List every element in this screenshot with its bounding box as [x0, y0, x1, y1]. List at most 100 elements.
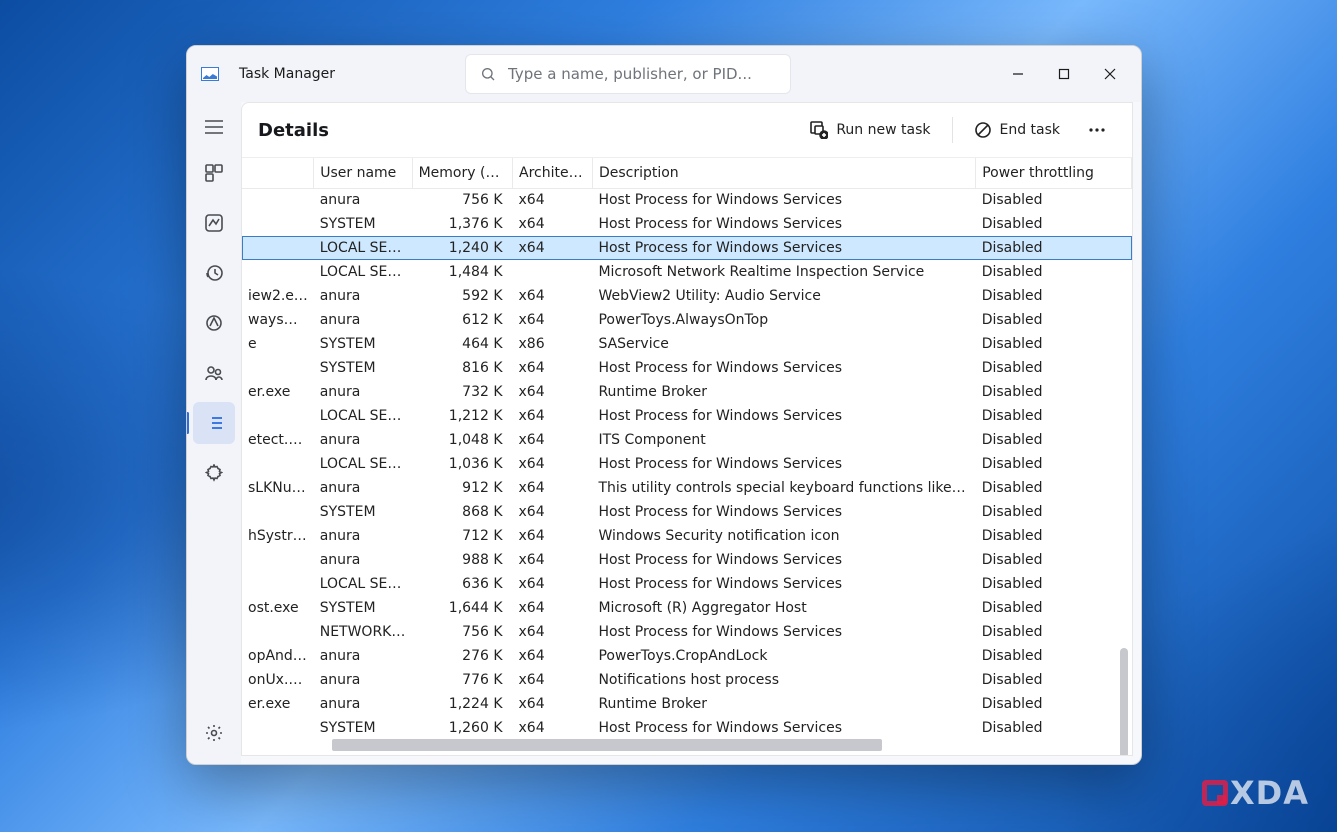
- run-new-task-button[interactable]: Run new task: [796, 111, 944, 149]
- col-memory[interactable]: Memory (ac...: [412, 158, 512, 188]
- cell-mem: 756 K: [412, 620, 512, 644]
- cell-mem: 732 K: [412, 380, 512, 404]
- table-row[interactable]: LOCAL SER...1,036 Kx64Host Process for W…: [242, 452, 1132, 476]
- cell-desc: Runtime Broker: [592, 380, 975, 404]
- cell-user: LOCAL SER...: [314, 260, 412, 284]
- table-row[interactable]: SYSTEM816 Kx64Host Process for Windows S…: [242, 356, 1132, 380]
- hamburger-button[interactable]: [193, 106, 235, 148]
- run-task-icon: [810, 121, 828, 139]
- cell-arch: [513, 260, 593, 284]
- cell-name: [242, 452, 314, 476]
- table-row[interactable]: waysOn...anura612 Kx64PowerToys.AlwaysOn…: [242, 308, 1132, 332]
- cell-user: anura: [314, 692, 412, 716]
- cell-name: opAndL...: [242, 644, 314, 668]
- run-task-label: Run new task: [836, 122, 930, 138]
- cell-pow: Disabled: [976, 284, 1132, 308]
- cell-pow: Disabled: [976, 500, 1132, 524]
- cell-desc: Host Process for Windows Services: [592, 716, 975, 740]
- cell-user: SYSTEM: [314, 716, 412, 740]
- table-row[interactable]: sLKNum...anura912 Kx64This utility contr…: [242, 476, 1132, 500]
- cell-arch: x64: [513, 452, 593, 476]
- content-toolbar: Details Run new task End task: [242, 103, 1132, 158]
- table-row[interactable]: SYSTEM1,376 Kx64Host Process for Windows…: [242, 212, 1132, 236]
- cell-arch: x64: [513, 644, 593, 668]
- end-task-label: End task: [999, 122, 1060, 138]
- nav-details[interactable]: [193, 402, 235, 444]
- nav-processes[interactable]: [193, 152, 235, 194]
- table-row[interactable]: iew2.exeanura592 Kx64WebView2 Utility: A…: [242, 284, 1132, 308]
- cell-user: SYSTEM: [314, 212, 412, 236]
- cell-desc: This utility controls special keyboard f…: [592, 476, 975, 500]
- cell-pow: Disabled: [976, 212, 1132, 236]
- cell-user: SYSTEM: [314, 500, 412, 524]
- table-row[interactable]: er.exeanura1,224 Kx64Runtime BrokerDisab…: [242, 692, 1132, 716]
- task-manager-window: Task Manager Details: [186, 45, 1142, 765]
- nav-settings[interactable]: [193, 712, 235, 754]
- cell-mem: 276 K: [412, 644, 512, 668]
- titlebar: Task Manager: [187, 46, 1141, 102]
- cell-mem: 592 K: [412, 284, 512, 308]
- col-arch[interactable]: Architec...: [513, 158, 593, 188]
- cell-pow: Disabled: [976, 428, 1132, 452]
- cell-name: er.exe: [242, 692, 314, 716]
- cell-arch: x64: [513, 404, 593, 428]
- cell-user: anura: [314, 308, 412, 332]
- table-row[interactable]: opAndL...anura276 Kx64PowerToys.CropAndL…: [242, 644, 1132, 668]
- maximize-button[interactable]: [1041, 55, 1087, 93]
- cell-name: [242, 212, 314, 236]
- cell-arch: x64: [513, 500, 593, 524]
- col-description[interactable]: Description: [592, 158, 975, 188]
- table-row[interactable]: LOCAL SER...636 Kx64Host Process for Win…: [242, 572, 1132, 596]
- table-row[interactable]: er.exeanura732 Kx64Runtime BrokerDisable…: [242, 380, 1132, 404]
- table-row[interactable]: hSystray...anura712 Kx64Windows Security…: [242, 524, 1132, 548]
- end-task-button[interactable]: End task: [961, 111, 1074, 149]
- table-row[interactable]: LOCAL SER...1,484 KMicrosoft Network Rea…: [242, 260, 1132, 284]
- vertical-scrollbar[interactable]: [1120, 648, 1128, 755]
- table-row[interactable]: etect.exeanura1,048 Kx64ITS ComponentDis…: [242, 428, 1132, 452]
- cell-name: ost.exe: [242, 596, 314, 620]
- cell-user: anura: [314, 380, 412, 404]
- cell-mem: 636 K: [412, 572, 512, 596]
- cell-desc: Host Process for Windows Services: [592, 188, 975, 212]
- table-row[interactable]: LOCAL SER...1,212 Kx64Host Process for W…: [242, 404, 1132, 428]
- cell-user: NETWORK ...: [314, 620, 412, 644]
- table-row[interactable]: eSYSTEM464 Kx86SAServiceDisabled: [242, 332, 1132, 356]
- table-row[interactable]: anura988 Kx64Host Process for Windows Se…: [242, 548, 1132, 572]
- cell-name: hSystray...: [242, 524, 314, 548]
- table-row[interactable]: onUx.exeanura776 Kx64Notifications host …: [242, 668, 1132, 692]
- cell-name: [242, 356, 314, 380]
- app-title: Task Manager: [239, 66, 335, 82]
- cell-pow: Disabled: [976, 260, 1132, 284]
- cell-pow: Disabled: [976, 548, 1132, 572]
- more-options-button[interactable]: [1078, 111, 1116, 149]
- minimize-button[interactable]: [995, 55, 1041, 93]
- nav-services[interactable]: [193, 452, 235, 494]
- cell-mem: 612 K: [412, 308, 512, 332]
- cell-pow: Disabled: [976, 236, 1132, 260]
- col-name[interactable]: [242, 158, 314, 188]
- nav-startup-apps[interactable]: [193, 302, 235, 344]
- table-row[interactable]: SYSTEM1,260 Kx64Host Process for Windows…: [242, 716, 1132, 740]
- col-user[interactable]: User name: [314, 158, 412, 188]
- app-icon: [201, 67, 219, 81]
- search-box[interactable]: [465, 54, 791, 94]
- cell-name: onUx.exe: [242, 668, 314, 692]
- cell-name: er.exe: [242, 380, 314, 404]
- cell-name: [242, 404, 314, 428]
- nav-performance[interactable]: [193, 202, 235, 244]
- cell-arch: x64: [513, 476, 593, 500]
- nav-users[interactable]: [193, 352, 235, 394]
- table-row[interactable]: SYSTEM868 Kx64Host Process for Windows S…: [242, 500, 1132, 524]
- table-row[interactable]: LOCAL SER...1,240 Kx64Host Process for W…: [242, 236, 1132, 260]
- horizontal-scrollbar[interactable]: [332, 739, 1118, 751]
- table-row[interactable]: anura756 Kx64Host Process for Windows Se…: [242, 188, 1132, 212]
- table-row[interactable]: NETWORK ...756 Kx64Host Process for Wind…: [242, 620, 1132, 644]
- cell-user: anura: [314, 428, 412, 452]
- col-power[interactable]: Power throttling: [976, 158, 1132, 188]
- close-button[interactable]: [1087, 55, 1133, 93]
- cell-pow: Disabled: [976, 404, 1132, 428]
- cell-pow: Disabled: [976, 452, 1132, 476]
- table-row[interactable]: ost.exeSYSTEM1,644 Kx64Microsoft (R) Agg…: [242, 596, 1132, 620]
- search-input[interactable]: [508, 65, 776, 83]
- nav-app-history[interactable]: [193, 252, 235, 294]
